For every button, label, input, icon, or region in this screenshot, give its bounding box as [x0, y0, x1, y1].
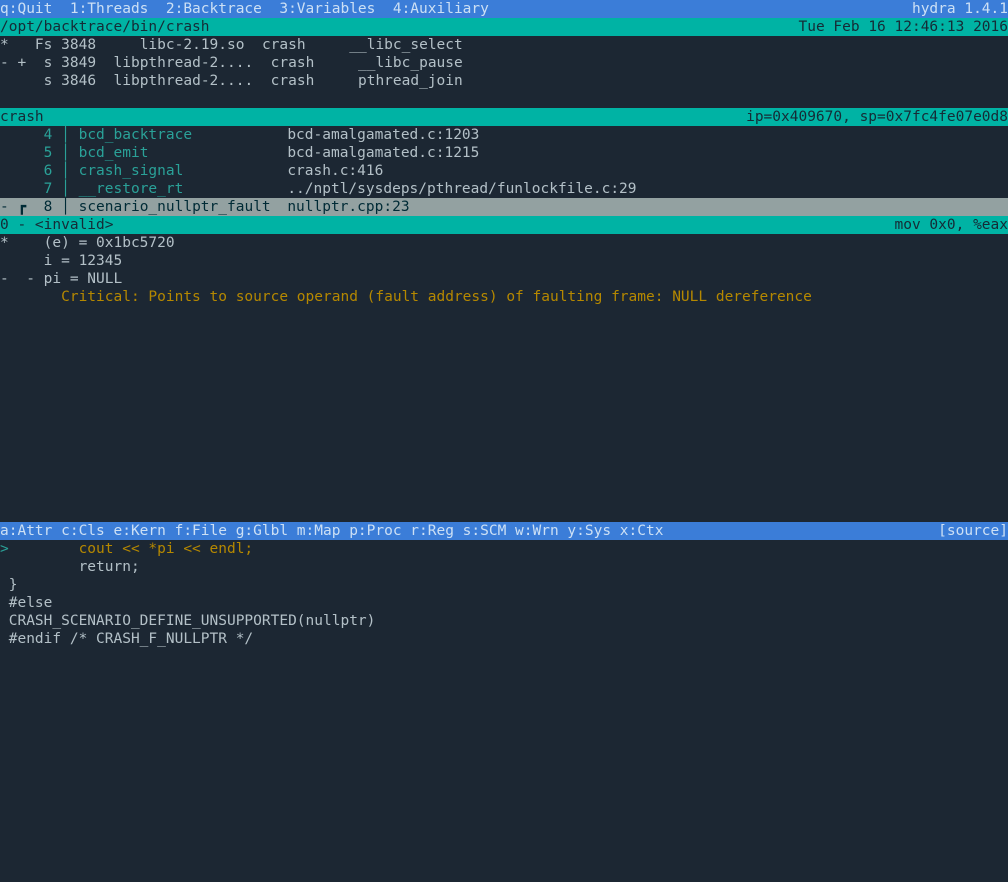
crash-label: crash: [0, 108, 44, 126]
path-bar: /opt/backtrace/bin/crash Tue Feb 16 12:4…: [0, 18, 1008, 36]
frame-row[interactable]: 7 │ __restore_rt ../nptl/sysdeps/pthread…: [0, 180, 1008, 198]
thread-row[interactable]: - + s 3849 libpthread-2.... crash __libc…: [0, 54, 1008, 72]
disasm-instruction: mov 0x0, %eax: [895, 216, 1008, 234]
threads-pane[interactable]: * Fs 3848 libc-2.19.so crash __libc_sele…: [0, 36, 1008, 90]
binary-path: /opt/backtrace/bin/crash: [0, 18, 210, 36]
source-line[interactable]: CRASH_SCENARIO_DEFINE_UNSUPPORTED(nullpt…: [0, 612, 1008, 630]
source-line[interactable]: }: [0, 576, 1008, 594]
var-row[interactable]: * (e) = 0x1bc5720: [0, 234, 1008, 252]
source-mode: [source]: [938, 522, 1008, 540]
frame-row[interactable]: 6 │ crash_signal crash.c:416: [0, 162, 1008, 180]
source-line-current[interactable]: > cout << *pi << endl;: [0, 540, 1008, 558]
variables-label: 0 - <invalid>: [0, 216, 114, 234]
thread-row[interactable]: * Fs 3848 libc-2.19.so crash __libc_sele…: [0, 36, 1008, 54]
source-line[interactable]: #endif /* CRASH_F_NULLPTR */: [0, 630, 1008, 648]
variables-bar: 0 - <invalid> mov 0x0, %eax: [0, 216, 1008, 234]
critical-message: Critical: Points to source operand (faul…: [0, 288, 1008, 306]
var-row[interactable]: i = 12345: [0, 252, 1008, 270]
source-pane[interactable]: > cout << *pi << endl; return; } #else C…: [0, 540, 1008, 882]
source-menu-items[interactable]: a:Attr c:Cls e:Kern f:File g:Glbl m:Map …: [0, 522, 663, 540]
backtrace-pane[interactable]: 4 │ bcd_backtrace bcd-amalgamated.c:1203…: [0, 126, 1008, 216]
menu-bar[interactable]: q:Quit 1:Threads 2:Backtrace 3:Variables…: [0, 0, 1008, 18]
timestamp: Tue Feb 16 12:46:13 2016: [798, 18, 1008, 36]
variables-pane[interactable]: * (e) = 0x1bc5720 i = 12345 - - pi = NUL…: [0, 234, 1008, 522]
menu-items[interactable]: q:Quit 1:Threads 2:Backtrace 3:Variables…: [0, 0, 489, 18]
crash-bar: crash ip=0x409670, sp=0x7fc4fe07e0d8: [0, 108, 1008, 126]
var-row[interactable]: - - pi = NULL: [0, 270, 1008, 288]
frame-row-selected[interactable]: - ┏ 8 │ scenario_nullptr_fault nullptr.c…: [0, 198, 1008, 216]
thread-row[interactable]: s 3846 libpthread-2.... crash pthread_jo…: [0, 72, 1008, 90]
source-menu-bar[interactable]: a:Attr c:Cls e:Kern f:File g:Glbl m:Map …: [0, 522, 1008, 540]
source-line[interactable]: return;: [0, 558, 1008, 576]
crash-registers: ip=0x409670, sp=0x7fc4fe07e0d8: [746, 108, 1008, 126]
spacer: [0, 90, 1008, 108]
frame-row[interactable]: 5 │ bcd_emit bcd-amalgamated.c:1215: [0, 144, 1008, 162]
source-line[interactable]: #else: [0, 594, 1008, 612]
frame-row[interactable]: 4 │ bcd_backtrace bcd-amalgamated.c:1203: [0, 126, 1008, 144]
app-version: hydra 1.4.1: [912, 0, 1008, 18]
